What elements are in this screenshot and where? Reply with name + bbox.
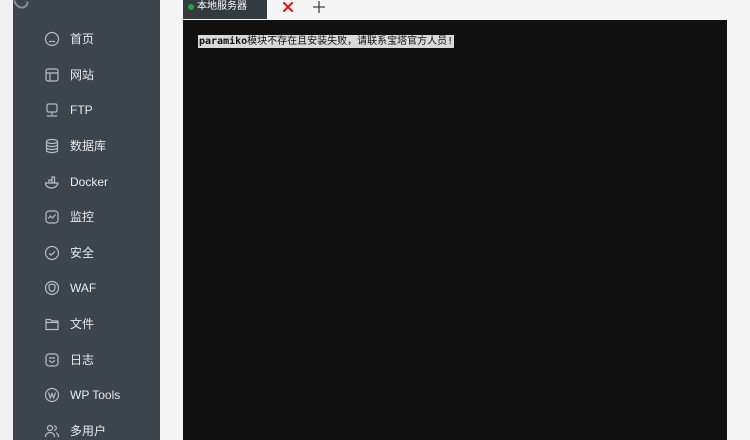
logo-icon [10,0,32,12]
tab-local-server[interactable]: 本地服务器 [183,0,267,19]
sidebar-item-label: 网站 [70,67,95,82]
sidebar-item-label: Docker [70,174,109,189]
users-icon [44,423,60,439]
status-dot-icon [188,4,194,10]
sidebar: 首页 网站 FTP 数据库 Docker 监控 安全 WAF 文件 日志 WP … [10,0,160,440]
sidebar-item-wp-tools[interactable]: WP Tools [13,377,160,412]
sidebar-item-logs[interactable]: 日志 [13,342,160,377]
sidebar-item-home[interactable]: 首页 [13,21,160,56]
ftp-icon [44,102,60,118]
sidebar-item-docker[interactable]: Docker [13,164,160,199]
terminal-module-name: paramiko [199,36,248,47]
database-icon [44,138,60,154]
close-icon [282,1,294,13]
sidebar-item-label: FTP [70,102,93,117]
sidebar-item-label: 文件 [70,316,95,331]
sidebar-item-website[interactable]: 网站 [13,57,160,92]
sidebar-item-multi-user[interactable]: 多用户 [13,413,160,440]
sidebar-item-database[interactable]: 数据库 [13,128,160,163]
terminal-panel[interactable]: paramiko模块不存在且安装失败，请联系宝塔官方人员! [183,20,727,440]
sidebar-item-label: WP Tools [70,387,121,402]
sidebar-item-label: 日志 [70,352,95,367]
docker-icon [44,174,60,190]
plus-icon [313,1,325,13]
sidebar-item-label: 监控 [70,209,95,224]
app-window: 首页 网站 FTP 数据库 Docker 监控 安全 WAF 文件 日志 WP … [0,0,750,440]
sidebar-item-waf[interactable]: WAF [13,270,160,305]
folder-icon [44,316,60,332]
terminal-error-message: 模块不存在且安装失败，请联系宝塔官方人员! [247,36,454,47]
terminal-tab-bar: 本地服务器 [183,0,727,19]
shield-icon [44,245,60,261]
tab-label: 本地服务器 [197,1,247,12]
sidebar-item-label: 首页 [70,31,95,46]
sidebar-item-monitor[interactable]: 监控 [13,199,160,234]
home-icon [44,31,60,47]
sidebar-item-security[interactable]: 安全 [13,235,160,270]
sidebar-item-ftp[interactable]: FTP [13,92,160,127]
wordpress-icon [44,387,60,403]
add-tab-button[interactable] [311,0,327,15]
log-icon [44,352,60,368]
sidebar-item-label: 安全 [70,245,95,260]
sidebar-item-label: 数据库 [70,138,107,153]
terminal-output-line: paramiko模块不存在且安装失败，请联系宝塔官方人员! [198,35,455,48]
sidebar-item-label: WAF [70,280,97,295]
tab-close-button[interactable] [281,0,295,14]
waf-icon [44,280,60,296]
sidebar-item-label: 多用户 [70,423,107,438]
website-icon [44,67,60,83]
monitor-icon [44,209,60,225]
sidebar-item-files[interactable]: 文件 [13,306,160,341]
